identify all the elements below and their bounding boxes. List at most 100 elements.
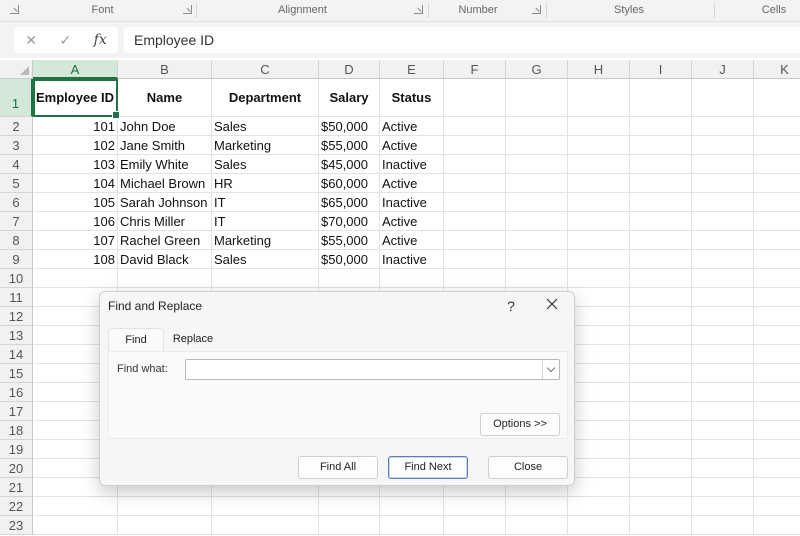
insert-function-icon[interactable]: fx	[94, 32, 107, 48]
cell-k20[interactable]	[754, 459, 800, 478]
cell-c9[interactable]: Sales	[212, 250, 319, 269]
cell-f10[interactable]	[444, 269, 506, 288]
cell-g22[interactable]	[506, 497, 568, 516]
cell-k14[interactable]	[754, 345, 800, 364]
cell-a10[interactable]	[33, 269, 118, 288]
cell-h16[interactable]	[568, 383, 630, 402]
cell-i19[interactable]	[630, 440, 692, 459]
font-dialog-launcher-icon[interactable]	[183, 5, 192, 14]
cell-h1[interactable]	[568, 79, 630, 117]
cell-e8[interactable]: Active	[380, 231, 444, 250]
cell-a23[interactable]	[33, 516, 118, 535]
cell-h21[interactable]	[568, 478, 630, 497]
cell-e9[interactable]: Inactive	[380, 250, 444, 269]
cell-h4[interactable]	[568, 155, 630, 174]
cell-c4[interactable]: Sales	[212, 155, 319, 174]
column-header-f[interactable]: F	[444, 60, 506, 79]
cell-e7[interactable]: Active	[380, 212, 444, 231]
cell-e2[interactable]: Active	[380, 117, 444, 136]
cell-i15[interactable]	[630, 364, 692, 383]
cell-k12[interactable]	[754, 307, 800, 326]
cell-c7[interactable]: IT	[212, 212, 319, 231]
cell-h22[interactable]	[568, 497, 630, 516]
cell-d2[interactable]: $50,000	[319, 117, 380, 136]
cell-g4[interactable]	[506, 155, 568, 174]
cell-j10[interactable]	[692, 269, 754, 288]
cell-d1[interactable]: Salary	[319, 79, 380, 117]
cell-f2[interactable]	[444, 117, 506, 136]
column-header-a[interactable]: A	[33, 60, 118, 79]
cell-j19[interactable]	[692, 440, 754, 459]
cell-g1[interactable]	[506, 79, 568, 117]
cell-i14[interactable]	[630, 345, 692, 364]
row-header-11[interactable]: 11	[0, 288, 33, 307]
cell-i5[interactable]	[630, 174, 692, 193]
cell-j23[interactable]	[692, 516, 754, 535]
cell-j3[interactable]	[692, 136, 754, 155]
dialog-launcher-icon[interactable]	[10, 5, 19, 14]
cell-i21[interactable]	[630, 478, 692, 497]
cell-f22[interactable]	[444, 497, 506, 516]
cell-c22[interactable]	[212, 497, 319, 516]
cell-j12[interactable]	[692, 307, 754, 326]
cell-b3[interactable]: Jane Smith	[118, 136, 212, 155]
cell-b1[interactable]: Name	[118, 79, 212, 117]
cell-g6[interactable]	[506, 193, 568, 212]
cell-b22[interactable]	[118, 497, 212, 516]
cell-c5[interactable]: HR	[212, 174, 319, 193]
cell-j14[interactable]	[692, 345, 754, 364]
row-header-21[interactable]: 21	[0, 478, 33, 497]
row-header-16[interactable]: 16	[0, 383, 33, 402]
cell-g10[interactable]	[506, 269, 568, 288]
cell-d8[interactable]: $55,000	[319, 231, 380, 250]
row-header-5[interactable]: 5	[0, 174, 33, 193]
cell-j1[interactable]	[692, 79, 754, 117]
cell-d4[interactable]: $45,000	[319, 155, 380, 174]
row-header-20[interactable]: 20	[0, 459, 33, 478]
cell-e3[interactable]: Active	[380, 136, 444, 155]
cell-h12[interactable]	[568, 307, 630, 326]
column-header-j[interactable]: J	[692, 60, 754, 79]
cell-h11[interactable]	[568, 288, 630, 307]
cell-j7[interactable]	[692, 212, 754, 231]
cell-j9[interactable]	[692, 250, 754, 269]
cell-j16[interactable]	[692, 383, 754, 402]
cell-f23[interactable]	[444, 516, 506, 535]
cell-a5[interactable]: 104	[33, 174, 118, 193]
cell-c10[interactable]	[212, 269, 319, 288]
cell-j18[interactable]	[692, 421, 754, 440]
cell-i17[interactable]	[630, 402, 692, 421]
column-header-e[interactable]: E	[380, 60, 444, 79]
cell-k5[interactable]	[754, 174, 800, 193]
cell-c8[interactable]: Marketing	[212, 231, 319, 250]
cell-j5[interactable]	[692, 174, 754, 193]
cell-h5[interactable]	[568, 174, 630, 193]
cell-i4[interactable]	[630, 155, 692, 174]
cell-g2[interactable]	[506, 117, 568, 136]
row-header-17[interactable]: 17	[0, 402, 33, 421]
cell-b5[interactable]: Michael Brown	[118, 174, 212, 193]
formula-input[interactable]: Employee ID	[124, 27, 800, 53]
row-header-14[interactable]: 14	[0, 345, 33, 364]
cell-k2[interactable]	[754, 117, 800, 136]
cell-h10[interactable]	[568, 269, 630, 288]
cell-j15[interactable]	[692, 364, 754, 383]
number-dialog-launcher-icon[interactable]	[532, 5, 541, 14]
select-all-corner[interactable]	[0, 60, 33, 79]
cell-f4[interactable]	[444, 155, 506, 174]
cell-i23[interactable]	[630, 516, 692, 535]
cell-b7[interactable]: Chris Miller	[118, 212, 212, 231]
cell-i6[interactable]	[630, 193, 692, 212]
row-header-13[interactable]: 13	[0, 326, 33, 345]
cell-j11[interactable]	[692, 288, 754, 307]
row-header-23[interactable]: 23	[0, 516, 33, 535]
cell-j8[interactable]	[692, 231, 754, 250]
cell-d23[interactable]	[319, 516, 380, 535]
cell-e6[interactable]: Inactive	[380, 193, 444, 212]
cell-e22[interactable]	[380, 497, 444, 516]
cell-g3[interactable]	[506, 136, 568, 155]
cell-i11[interactable]	[630, 288, 692, 307]
close-icon[interactable]	[540, 296, 564, 316]
cell-b10[interactable]	[118, 269, 212, 288]
cell-a7[interactable]: 106	[33, 212, 118, 231]
